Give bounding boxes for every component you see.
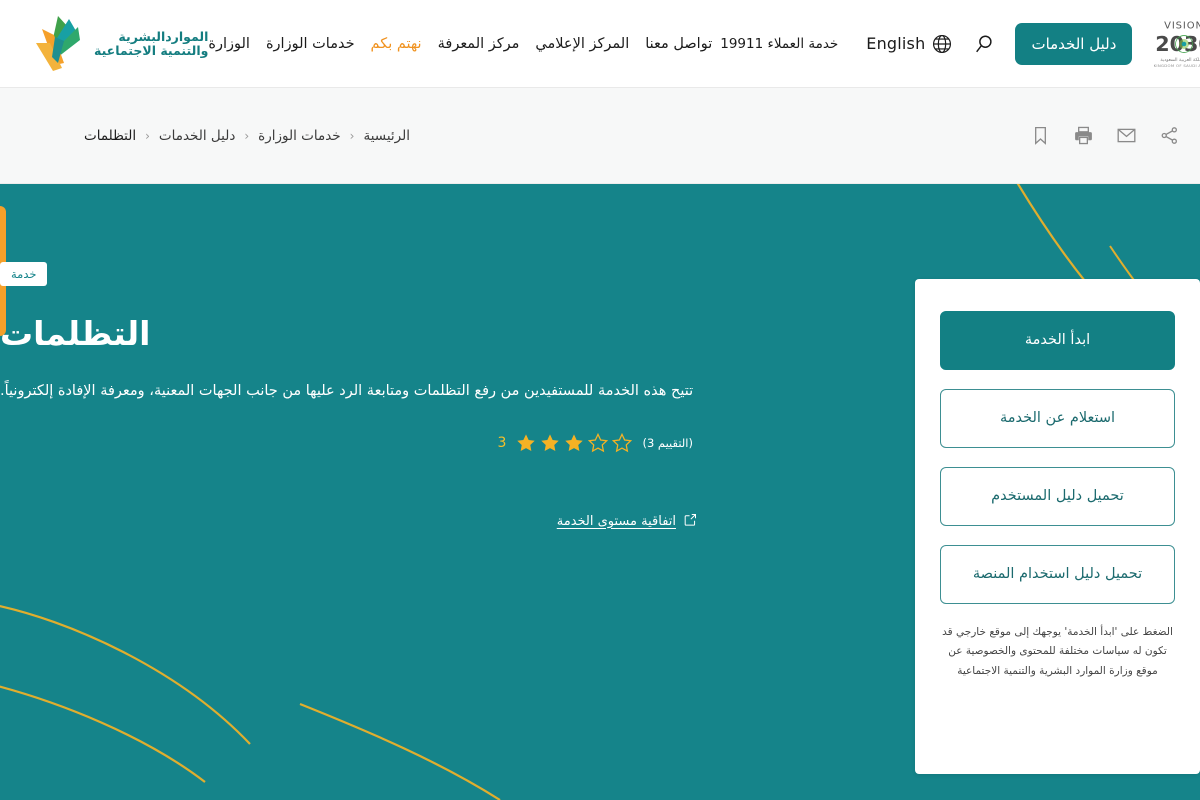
hrsd-starburst-logo-icon: [24, 13, 88, 75]
customer-service-phone[interactable]: خدمة العملاء 19911: [720, 36, 838, 52]
status-badge: خدمة: [0, 262, 48, 286]
download-user-guide-button[interactable]: تحميل دليل المستخدم: [940, 467, 1175, 526]
breadcrumb-item-ministry-services[interactable]: خدمات الوزارة: [258, 128, 340, 144]
search-icon[interactable]: [973, 33, 995, 55]
external-link-icon: [683, 512, 698, 531]
customer-service-label: خدمة العملاء 19911: [720, 35, 839, 52]
brand-wordmark: المواردالبشرية والتنمية الاجتماعية: [94, 28, 209, 58]
nav-item-we-care[interactable]: نهتم بكم: [371, 36, 422, 52]
page-tools: [1030, 125, 1180, 146]
sla-link-row: اتفاقية مستوى الخدمة: [0, 512, 698, 531]
download-platform-guide-button[interactable]: تحميل دليل استخدام المنصة: [940, 545, 1175, 604]
nav-item-contact-us[interactable]: تواصل معنا: [645, 36, 712, 52]
print-icon[interactable]: [1073, 125, 1094, 146]
nav-item-knowledge-center[interactable]: مركز المعرفة: [438, 36, 520, 52]
bookmark-icon[interactable]: [1030, 125, 1051, 146]
brand-line-2: والتنمية الاجتماعية: [94, 42, 209, 58]
service-actions-card: ابدأ الخدمة استعلام عن الخدمة تحميل دليل…: [915, 279, 1200, 774]
vision-2030-logo[interactable]: VISION 2030 المملكة العربية السعودية KIN…: [1138, 15, 1200, 73]
breadcrumb-separator: ‹: [145, 128, 150, 143]
service-description: تتيح هذه الخدمة للمستفيدين من رفع التظلم…: [0, 383, 694, 399]
language-switcher[interactable]: English: [866, 33, 953, 55]
breadcrumb: الرئيسية ‹ خدمات الوزارة ‹ دليل الخدمات …: [84, 128, 410, 144]
rating-value: 3: [497, 434, 507, 451]
breadcrumb-item-current: التظلمات: [84, 127, 137, 144]
breadcrumb-item-services-guide[interactable]: دليل الخدمات: [159, 128, 235, 144]
breadcrumb-separator: ‹: [349, 128, 355, 143]
service-hero: خدمة التظلمات تتيح هذه الخدمة للمستفيدين…: [0, 184, 1200, 800]
rating-label: (التقييم 3): [642, 435, 693, 450]
star-empty-icon[interactable]: [611, 432, 633, 454]
page-title: التظلمات: [0, 314, 151, 353]
breadcrumb-separator: ‹: [244, 128, 250, 143]
svg-text:2030: 2030: [1156, 31, 1200, 55]
svg-text:KINGDOM OF SAUDI ARABIA: KINGDOM OF SAUDI ARABIA: [1154, 63, 1200, 68]
brand-logo[interactable]: المواردالبشرية والتنمية الاجتماعية: [24, 13, 208, 75]
svg-text:VISION: VISION: [1164, 20, 1200, 31]
share-icon[interactable]: [1159, 125, 1180, 146]
service-info: خدمة التظلمات تتيح هذه الخدمة للمستفيدين…: [0, 184, 720, 800]
star-rating[interactable]: [515, 432, 633, 454]
sla-link[interactable]: اتفاقية مستوى الخدمة: [557, 514, 676, 529]
star-empty-icon[interactable]: [587, 432, 609, 454]
service-rating: (التقييم 3) 3: [0, 432, 698, 454]
star-filled-icon[interactable]: [515, 432, 537, 454]
nav-item-ministry-services[interactable]: خدمات الوزارة: [266, 36, 355, 52]
external-site-disclaimer: الضغط على 'ابدأ الخدمة' يوجهك إلى موقع خ…: [942, 626, 1173, 677]
star-filled-icon[interactable]: [563, 432, 585, 454]
services-guide-button[interactable]: دليل الخدمات: [1015, 22, 1133, 65]
inquire-service-button[interactable]: استعلام عن الخدمة: [940, 389, 1175, 448]
star-filled-icon[interactable]: [539, 432, 561, 454]
site-header: المواردالبشرية والتنمية الاجتماعية الوزا…: [0, 0, 1200, 88]
brand-line-1: المواردالبشرية: [118, 28, 209, 44]
globe-icon: [931, 33, 953, 55]
svg-text:المملكة العربية السعودية: المملكة العربية السعودية: [1161, 56, 1200, 62]
nav-item-media-center[interactable]: المركز الإعلامي: [535, 36, 629, 52]
main-navigation: الوزارة خدمات الوزارة نهتم بكم مركز المع…: [208, 36, 712, 52]
email-icon[interactable]: [1116, 125, 1137, 146]
start-service-button[interactable]: ابدأ الخدمة: [940, 311, 1175, 370]
utility-bar: الرئيسية ‹ خدمات الوزارة ‹ دليل الخدمات …: [0, 88, 1200, 184]
breadcrumb-item-home[interactable]: الرئيسية: [363, 128, 410, 144]
nav-item-ministry[interactable]: الوزارة: [208, 36, 250, 52]
language-label: English: [866, 34, 926, 53]
